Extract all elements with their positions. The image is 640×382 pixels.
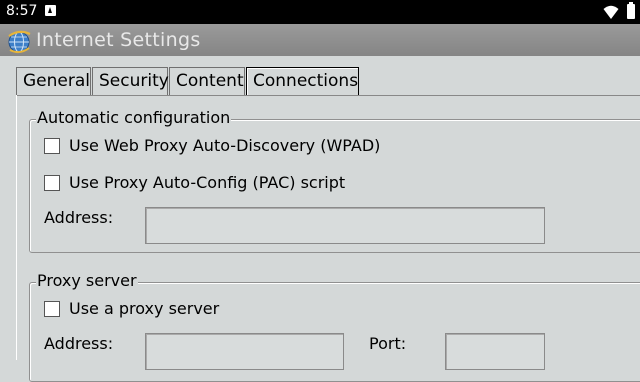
- proxy-server-group: Proxy server Use a proxy server Address:…: [29, 271, 640, 382]
- status-bar: 8:57: [0, 0, 640, 24]
- wpad-label: Use Web Proxy Auto-Discovery (WPAD): [69, 136, 381, 155]
- window-title: Internet Settings: [36, 29, 201, 51]
- window-titlebar: Internet Settings: [0, 24, 640, 56]
- group-legend: Proxy server: [36, 271, 138, 291]
- wifi-icon: [603, 5, 619, 19]
- pac-checkbox[interactable]: [44, 175, 60, 191]
- automatic-configuration-group: Automatic configuration Use Web Proxy Au…: [29, 108, 640, 253]
- group-legend: Automatic configuration: [36, 108, 232, 128]
- proxy-address-field[interactable]: [145, 333, 344, 370]
- tab-panel-edge: [16, 95, 17, 360]
- notification-icon: [45, 5, 56, 16]
- pac-address-label: Address:: [44, 208, 114, 227]
- use-proxy-checkbox[interactable]: [44, 301, 60, 317]
- pac-label: Use Proxy Auto-Config (PAC) script: [69, 173, 346, 192]
- tab-label: Content: [176, 71, 244, 91]
- proxy-port-field[interactable]: [445, 333, 545, 370]
- tab-label: Connections: [253, 71, 359, 91]
- battery-icon: [627, 2, 635, 19]
- use-proxy-label: Use a proxy server: [69, 299, 220, 318]
- tab-label: Security: [99, 71, 169, 91]
- wpad-checkbox[interactable]: [44, 138, 60, 154]
- tab-label: General: [23, 71, 90, 91]
- status-time: 8:57: [6, 3, 38, 19]
- tab-security[interactable]: Security: [92, 67, 169, 95]
- tab-panel-border: [16, 95, 640, 96]
- proxy-address-label: Address:: [44, 334, 114, 353]
- tab-content[interactable]: Content: [169, 67, 245, 95]
- globe-icon: [8, 30, 31, 54]
- tab-general[interactable]: General: [16, 67, 91, 95]
- tab-connections[interactable]: Connections: [246, 67, 359, 95]
- proxy-port-label: Port:: [369, 334, 407, 353]
- pac-address-field[interactable]: [145, 207, 545, 244]
